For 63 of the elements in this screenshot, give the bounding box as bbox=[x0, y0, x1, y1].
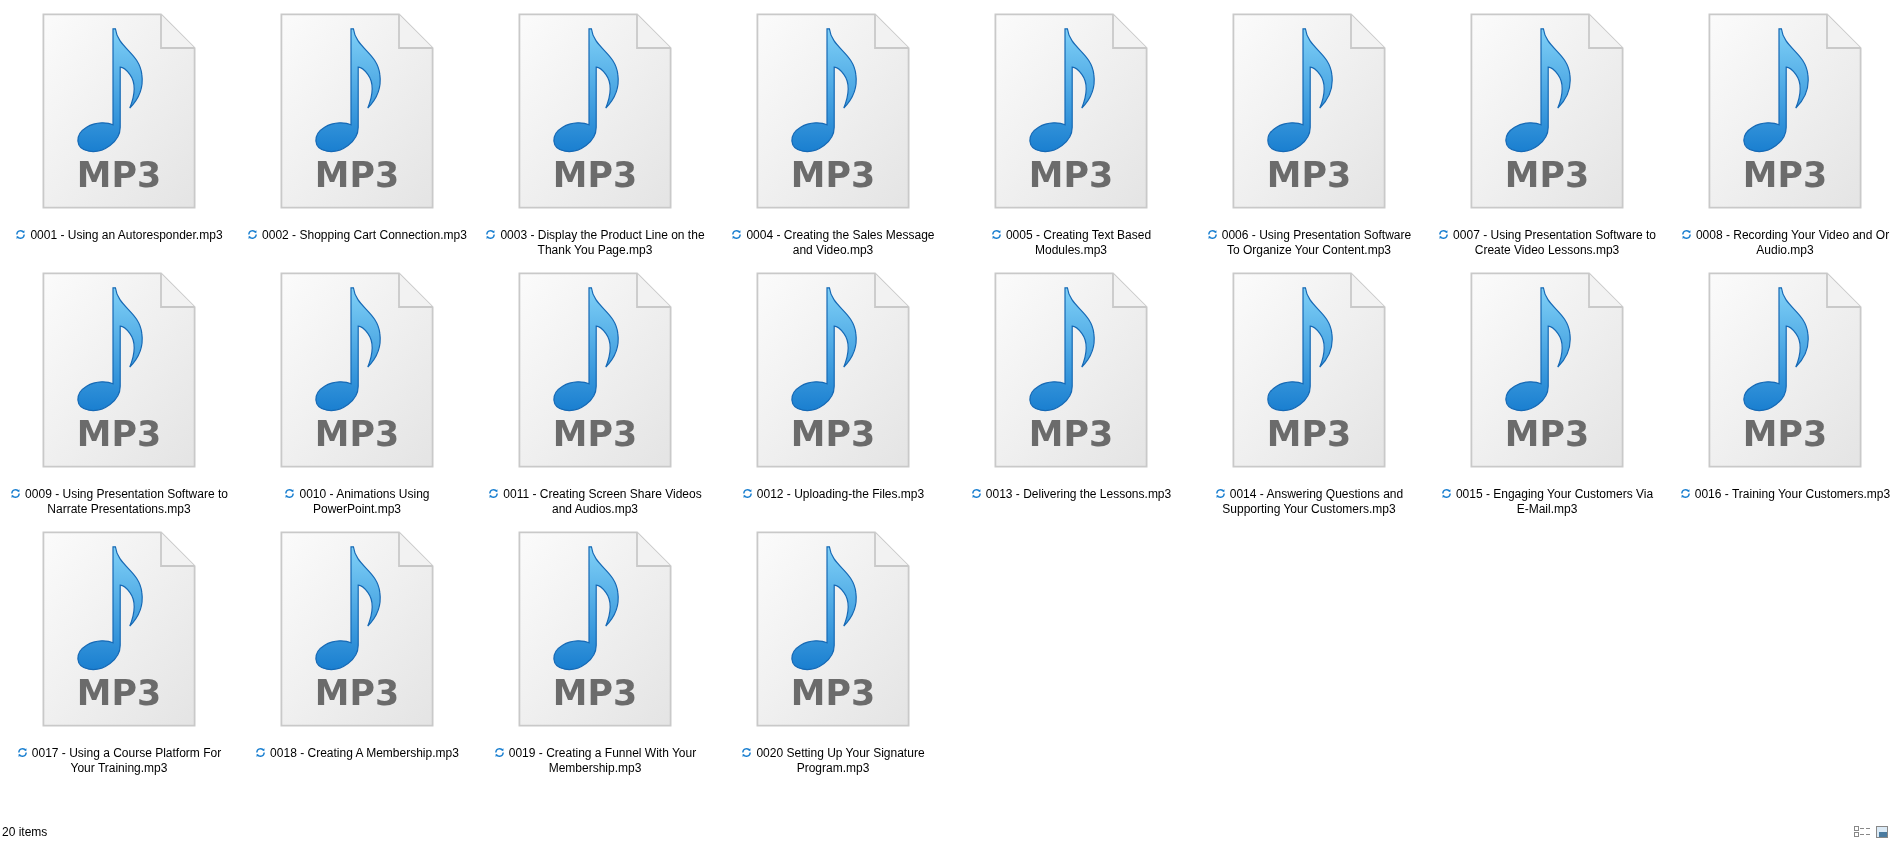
mp3-file-icon[interactable]: MP3 bbox=[278, 530, 436, 728]
sync-icon bbox=[10, 488, 22, 499]
mp3-file-icon[interactable]: MP3 bbox=[1706, 271, 1864, 469]
mp3-file-icon[interactable]: MP3 bbox=[40, 530, 198, 728]
file-name[interactable]: 0018 - Creating A Membership.mp3 bbox=[247, 746, 467, 761]
mp3-file-icon[interactable]: MP3 bbox=[1706, 12, 1864, 210]
sync-icon bbox=[1438, 229, 1450, 240]
file-name[interactable]: 0019 - Creating a Funnel With Your Membership.mp3 bbox=[485, 746, 705, 776]
file-name[interactable]: 0005 - Creating Text Based Modules.mp3 bbox=[961, 228, 1181, 258]
sync-icon bbox=[731, 229, 743, 240]
mp3-file-icon[interactable]: MP3 bbox=[754, 271, 912, 469]
mp3-file-icon[interactable]: MP3 bbox=[754, 530, 912, 728]
mp3-file-icon[interactable]: MP3 bbox=[516, 12, 674, 210]
file-name[interactable]: 0013 - Delivering the Lessons.mp3 bbox=[961, 487, 1181, 502]
mp3-file-icon[interactable]: MP3 bbox=[1230, 271, 1388, 469]
mp3-file-icon[interactable]: MP3 bbox=[1468, 12, 1626, 210]
mp3-file-icon[interactable]: MP3 bbox=[1230, 12, 1388, 210]
mp3-file-icon[interactable]: MP3 bbox=[40, 271, 198, 469]
file-name[interactable]: 0015 - Engaging Your Customers Via E-Mail.mp3 bbox=[1437, 487, 1657, 517]
file-name[interactable]: 0020 Setting Up Your Signature Program.mp3 bbox=[723, 746, 943, 776]
file-name[interactable]: 0016 - Training Your Customers.mp3 bbox=[1675, 487, 1894, 502]
file-name[interactable]: 0010 - Animations Using PowerPoint.mp3 bbox=[247, 487, 467, 517]
mp3-file-icon[interactable]: MP3 bbox=[992, 12, 1150, 210]
item-count: 20 items bbox=[2, 825, 48, 839]
mp3-file-icon[interactable]: MP3 bbox=[278, 12, 436, 210]
sync-icon bbox=[16, 747, 28, 758]
file-name[interactable]: 0007 - Using Presentation Software to Create Video Lessons.mp3 bbox=[1437, 228, 1657, 258]
sync-icon bbox=[1440, 488, 1452, 499]
large-icons-view-icon[interactable] bbox=[1876, 826, 1888, 838]
sync-icon bbox=[1680, 229, 1692, 240]
sync-icon bbox=[1214, 488, 1226, 499]
sync-icon bbox=[255, 747, 267, 758]
file-name[interactable]: 0002 - Shopping Cart Connection.mp3 bbox=[247, 228, 467, 243]
mp3-file-icon[interactable]: MP3 bbox=[1468, 271, 1626, 469]
file-name[interactable]: 0017 - Using a Course Platform For Your Training.mp3 bbox=[9, 746, 229, 776]
mp3-file-icon[interactable]: MP3 bbox=[278, 271, 436, 469]
sync-icon bbox=[247, 229, 259, 240]
file-name[interactable]: 0012 - Uploading-the Files.mp3 bbox=[723, 487, 943, 502]
file-name[interactable]: 0006 - Using Presentation Software To Organize Your Content.mp3 bbox=[1199, 228, 1419, 258]
sync-icon bbox=[485, 229, 497, 240]
sync-icon bbox=[493, 747, 505, 758]
file-name[interactable]: 0008 - Recording Your Video and Or Audio.mp3 bbox=[1675, 228, 1894, 258]
details-view-icon[interactable] bbox=[1854, 826, 1870, 838]
mp3-file-icon[interactable]: MP3 bbox=[992, 271, 1150, 469]
file-name[interactable]: 0004 - Creating the Sales Message and Video.mp3 bbox=[723, 228, 943, 258]
sync-icon bbox=[1206, 229, 1218, 240]
file-name[interactable]: 0001 - Using an Autoresponder.mp3 bbox=[9, 228, 229, 243]
sync-icon bbox=[970, 488, 982, 499]
mp3-file-icon[interactable]: MP3 bbox=[516, 530, 674, 728]
mp3-file-icon[interactable]: MP3 bbox=[754, 12, 912, 210]
sync-icon bbox=[741, 747, 753, 758]
mp3-file-icon[interactable]: MP3 bbox=[40, 12, 198, 210]
sync-icon bbox=[741, 488, 753, 499]
sync-icon bbox=[488, 488, 500, 499]
file-name[interactable]: 0009 - Using Presentation Software to Narrate Presentations.mp3 bbox=[9, 487, 229, 517]
sync-icon bbox=[1679, 488, 1691, 499]
mp3-file-icon[interactable]: MP3 bbox=[516, 271, 674, 469]
sync-icon bbox=[15, 229, 27, 240]
sync-icon bbox=[284, 488, 296, 499]
sync-icon bbox=[990, 229, 1002, 240]
file-name[interactable]: 0014 - Answering Questions and Supporting Your Customers.mp3 bbox=[1199, 487, 1419, 517]
file-name[interactable]: 0011 - Creating Screen Share Videos and Audios.mp3 bbox=[485, 487, 705, 517]
file-name[interactable]: 0003 - Display the Product Line on the Thank You Page.mp3 bbox=[485, 228, 705, 258]
